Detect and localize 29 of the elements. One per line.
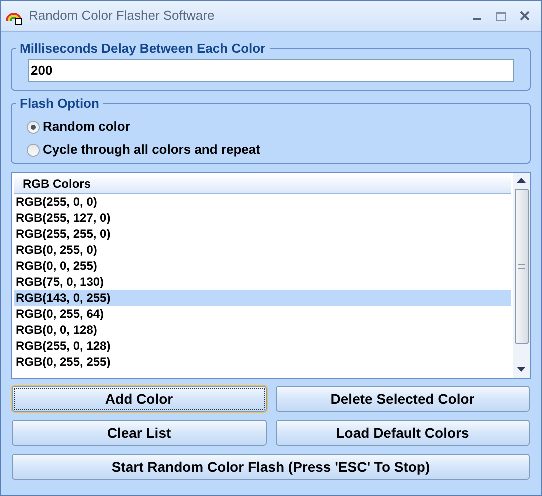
column-header: RGB Colors [14,175,511,194]
list-row[interactable]: RGB(255, 127, 0) [14,210,511,226]
delay-input-field[interactable]: 200 [28,58,514,82]
list-row[interactable]: RGB(0, 255, 0) [14,242,511,258]
scrollbar[interactable] [513,173,530,378]
list-row[interactable]: RGB(0, 255, 255) [14,354,511,370]
radio-label: Cycle through all colors and repeat [43,141,260,160]
close-icon[interactable] [520,11,530,21]
list-row[interactable]: RGB(0, 0, 128) [14,322,511,338]
window-title: Random Color Flasher Software [29,7,215,26]
scroll-thumb[interactable] [514,189,528,344]
list-row[interactable]: RGB(75, 0, 130) [14,274,511,290]
radio-button[interactable] [27,144,40,156]
radio-button[interactable] [27,120,40,134]
action-button[interactable]: Load Default Colors [276,420,530,446]
list-row[interactable]: RGB(255, 0, 0) [14,194,511,210]
list-row[interactable]: RGB(0, 0, 255) [14,258,511,274]
group-title: Milliseconds Delay Between Each Color [19,40,267,58]
action-button[interactable]: Delete Selected Color [276,386,530,412]
list-row[interactable]: RGB(255, 255, 0) [14,226,511,242]
start-flash-button[interactable]: Start Random Color Flash (Press 'ESC' To Stop) [12,454,530,480]
action-button[interactable]: Add Color [12,386,266,412]
radio-label: Random color [43,118,130,136]
group-title: Flash Option [19,95,100,113]
list-row[interactable]: RGB(0, 255, 64) [14,306,511,322]
action-button[interactable]: Clear List [12,420,266,446]
maximize-icon[interactable] [496,12,506,20]
list-row[interactable]: RGB(143, 0, 255) [14,290,511,306]
list-row[interactable]: RGB(255, 0, 128) [14,338,511,354]
